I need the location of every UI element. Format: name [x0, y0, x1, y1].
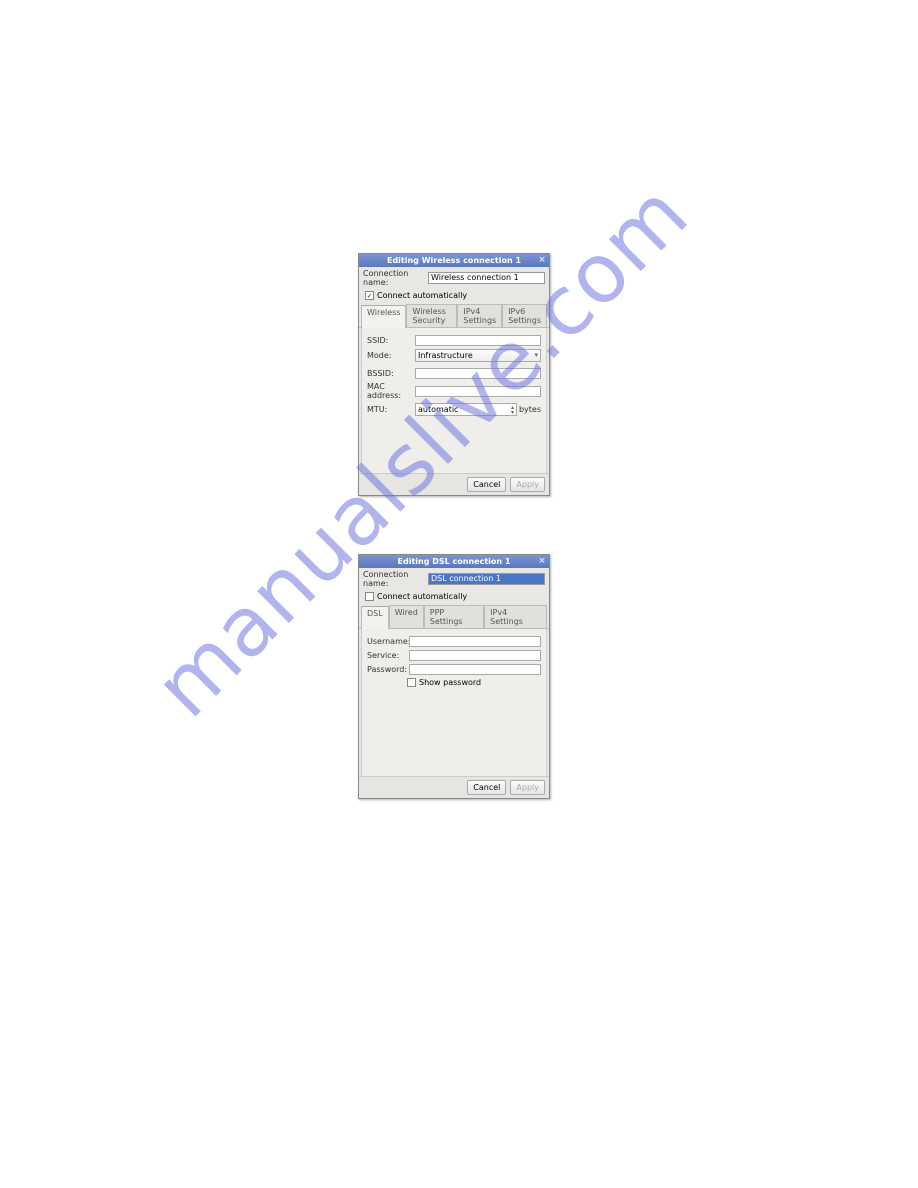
password-input[interactable] — [409, 664, 541, 675]
show-password-label: Show password — [419, 678, 481, 687]
connect-auto-label: Connect automatically — [377, 291, 467, 300]
close-icon[interactable]: × — [537, 255, 547, 265]
username-label: Username: — [367, 637, 409, 646]
mtu-label: MTU: — [367, 405, 415, 414]
tab-ipv4[interactable]: IPv4 Settings — [484, 605, 547, 628]
mac-label: MAC address: — [367, 382, 415, 400]
password-label: Password: — [367, 665, 409, 674]
titlebar-wireless[interactable]: Editing Wireless connection 1 × — [359, 254, 549, 267]
mtu-value: automatic — [418, 404, 458, 415]
apply-button[interactable]: Apply — [510, 477, 545, 492]
service-input[interactable] — [409, 650, 541, 661]
mtu-unit: bytes — [519, 405, 541, 414]
title-text: Editing DSL connection 1 — [398, 557, 511, 566]
mode-select[interactable]: Infrastructure ▾ — [415, 349, 541, 362]
mtu-spinner[interactable]: automatic ▴▾ — [415, 403, 517, 416]
connection-name-label: Connection name: — [363, 269, 428, 287]
connect-auto-checkbox[interactable]: ✓ — [365, 291, 374, 300]
tab-wireless[interactable]: Wireless — [361, 305, 406, 328]
tabbody-wireless: SSID: Mode: Infrastructure ▾ BSSID: MAC … — [361, 328, 547, 488]
apply-button[interactable]: Apply — [510, 780, 545, 795]
chevron-down-icon: ▾ — [534, 350, 538, 361]
username-input[interactable] — [409, 636, 541, 647]
button-bar: Cancel Apply — [359, 776, 549, 798]
mode-value: Infrastructure — [418, 350, 473, 361]
button-bar: Cancel Apply — [359, 473, 549, 495]
tabstrip-wireless: Wireless Wireless Security IPv4 Settings… — [359, 302, 549, 328]
tab-ipv6[interactable]: IPv6 Settings — [502, 304, 547, 327]
mac-input[interactable] — [415, 386, 541, 397]
tabstrip-dsl: DSL Wired PPP Settings IPv4 Settings — [359, 603, 549, 629]
dialog-wireless: Editing Wireless connection 1 × Connecti… — [358, 253, 550, 496]
dialog-dsl: Editing DSL connection 1 × Connection na… — [358, 554, 550, 799]
connection-name-input[interactable]: Wireless connection 1 — [428, 272, 545, 284]
title-text: Editing Wireless connection 1 — [387, 256, 521, 265]
cancel-button[interactable]: Cancel — [467, 477, 506, 492]
ssid-input[interactable] — [415, 335, 541, 346]
close-icon[interactable]: × — [537, 556, 547, 566]
connect-auto-label: Connect automatically — [377, 592, 467, 601]
ssid-label: SSID: — [367, 336, 415, 345]
connection-name-label: Connection name: — [363, 570, 428, 588]
bssid-input[interactable] — [415, 368, 541, 379]
tab-ipv4[interactable]: IPv4 Settings — [457, 304, 502, 327]
titlebar-dsl[interactable]: Editing DSL connection 1 × — [359, 555, 549, 568]
service-label: Service: — [367, 651, 409, 660]
tab-ppp[interactable]: PPP Settings — [424, 605, 484, 628]
connect-auto-checkbox[interactable] — [365, 592, 374, 601]
tab-wired[interactable]: Wired — [389, 605, 424, 628]
tabbody-dsl: Username: Service: Password: Show passwo… — [361, 629, 547, 795]
show-password-checkbox[interactable] — [407, 678, 416, 687]
tab-dsl[interactable]: DSL — [361, 606, 389, 629]
spinner-arrows-icon: ▴▾ — [511, 405, 514, 415]
tab-wireless-security[interactable]: Wireless Security — [406, 304, 457, 327]
connection-name-input[interactable]: DSL connection 1 — [428, 573, 545, 585]
mode-label: Mode: — [367, 351, 415, 360]
bssid-label: BSSID: — [367, 369, 415, 378]
cancel-button[interactable]: Cancel — [467, 780, 506, 795]
